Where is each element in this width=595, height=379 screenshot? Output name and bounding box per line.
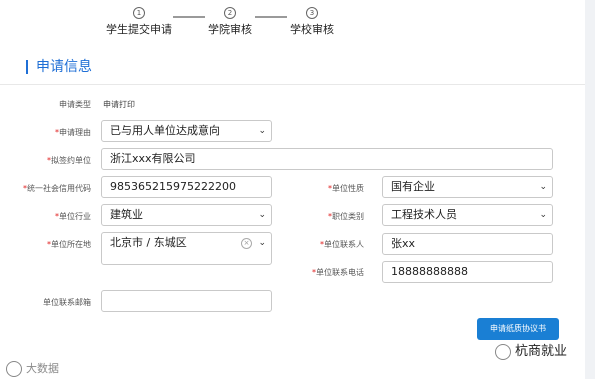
step-3-number: 3 xyxy=(306,7,318,19)
unit-nature-label: *单位性质 xyxy=(328,184,364,193)
watermark-right-text: 杭商就业 xyxy=(515,344,568,359)
watermark-logo-icon xyxy=(6,361,22,377)
email-input[interactable] xyxy=(101,290,272,312)
credit-code-input[interactable]: 985365215975222200 xyxy=(101,176,272,198)
step-connector-2 xyxy=(255,16,287,18)
chevron-down-icon: ⌄ xyxy=(258,126,266,136)
chevron-down-icon: ⌄ xyxy=(539,210,547,220)
reason-select-value: 已与用人单位达成意向 xyxy=(110,124,220,137)
step-connector-1 xyxy=(173,16,205,18)
reason-label: *申请理由 xyxy=(55,128,91,137)
job-category-label: *职位类别 xyxy=(328,212,364,221)
step-2-number: 2 xyxy=(224,7,236,19)
chevron-down-icon: ⌄ xyxy=(539,182,547,192)
watermark-left-text: 大数据 xyxy=(26,362,59,375)
watermark-right: 杭商就业 xyxy=(495,340,567,360)
step-1-number: 1 xyxy=(133,7,145,19)
company-label: *拟签约单位 xyxy=(47,156,91,165)
unit-nature-value: 国有企业 xyxy=(391,180,435,193)
step-1-label: 学生提交申请 xyxy=(106,23,172,36)
location-cascader[interactable]: 北京市 / 东城区 × ⌄ xyxy=(101,232,272,265)
phone-label: *单位联系电话 xyxy=(312,268,364,277)
job-category-value: 工程技术人员 xyxy=(391,208,457,221)
section-divider xyxy=(0,84,585,85)
location-label: *单位所在地 xyxy=(47,240,91,249)
clear-icon[interactable]: × xyxy=(241,238,252,249)
company-input[interactable]: 浙江xxx有限公司 xyxy=(101,148,553,170)
apply-type-label: 申请类型 xyxy=(59,100,91,109)
apply-paper-agreement-button[interactable]: 申请纸质协议书 xyxy=(477,318,559,340)
application-card: 1 学生提交申请 2 学院审核 3 学校审核 申请信息 申请类型 申请打印 *申… xyxy=(0,0,585,379)
job-category-select[interactable]: 工程技术人员 ⌄ xyxy=(382,204,553,226)
section-title: 申请信息 xyxy=(26,60,92,74)
phone-input[interactable]: 18888888888 xyxy=(382,261,553,283)
progress-steps: 1 学生提交申请 2 学院审核 3 学校审核 xyxy=(0,0,585,44)
wechat-logo-icon xyxy=(495,343,511,360)
chevron-down-icon: ⌄ xyxy=(258,238,266,248)
reason-select[interactable]: 已与用人单位达成意向 ⌄ xyxy=(101,120,272,142)
industry-label: *单位行业 xyxy=(55,212,91,221)
email-label: 单位联系邮箱 xyxy=(43,298,91,307)
watermark-left: 大数据 xyxy=(6,360,59,377)
step-3-label: 学校审核 xyxy=(290,23,334,36)
contact-label: *单位联系人 xyxy=(320,240,364,249)
industry-value: 建筑业 xyxy=(110,208,143,221)
industry-select[interactable]: 建筑业 ⌄ xyxy=(101,204,272,226)
unit-nature-select[interactable]: 国有企业 ⌄ xyxy=(382,176,553,198)
chevron-down-icon: ⌄ xyxy=(258,210,266,220)
credit-code-label: *统一社会信用代码 xyxy=(23,184,91,193)
contact-input[interactable]: 张xx xyxy=(382,233,553,255)
apply-type-value: 申请打印 xyxy=(103,100,135,109)
step-2-label: 学院审核 xyxy=(208,23,252,36)
location-value: 北京市 / 东城区 xyxy=(110,236,187,249)
